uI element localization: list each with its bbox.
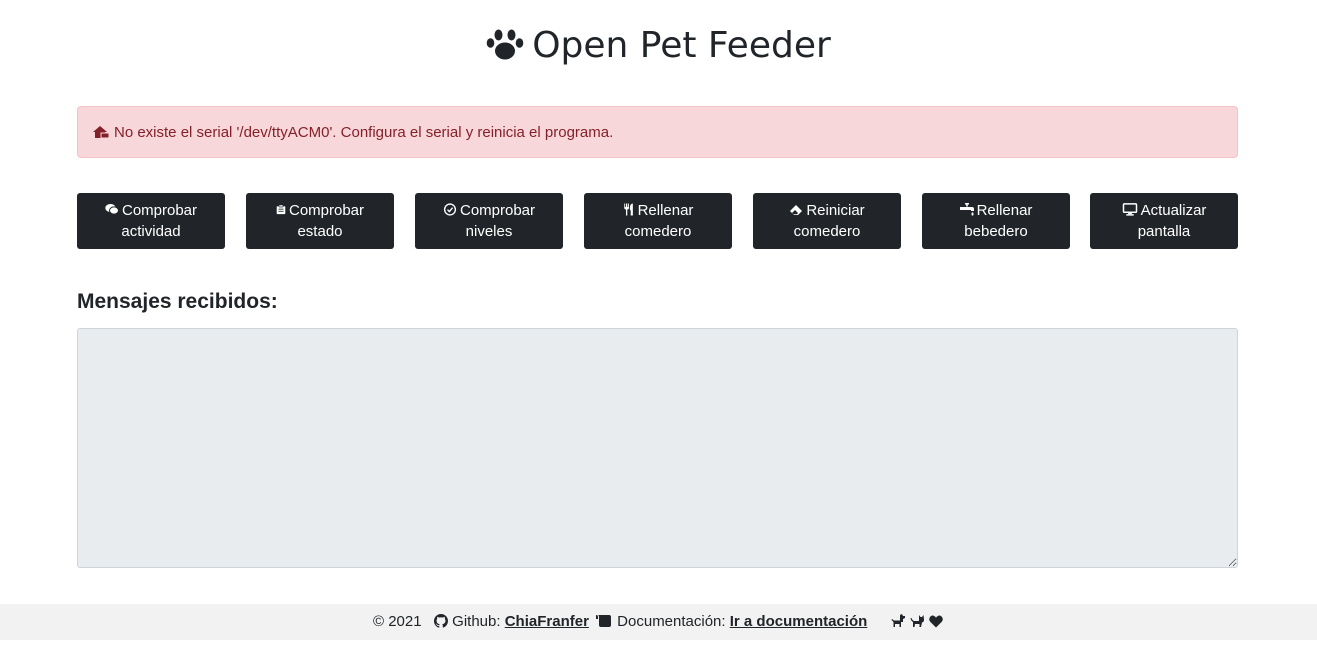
check-levels-button[interactable]: Comprobar niveles xyxy=(415,193,563,249)
house-broken-icon xyxy=(93,126,110,139)
github-section: Github: ChiaFranfer xyxy=(434,604,589,640)
utensils-icon xyxy=(623,203,633,216)
github-link[interactable]: ChiaFranfer xyxy=(505,613,589,630)
check-status-button[interactable]: Comprobar estado xyxy=(246,193,394,249)
alert-message: No existe el serial '/dev/ttyACM0'. Conf… xyxy=(114,124,614,141)
desktop-icon xyxy=(1122,203,1137,216)
github-icon xyxy=(434,614,448,628)
paw-icon xyxy=(486,29,524,60)
cat-icon xyxy=(910,615,925,627)
footer: © 2021 Github: ChiaFranfer Documentación… xyxy=(0,604,1317,640)
scroll-icon xyxy=(596,615,611,627)
docs-link[interactable]: Ir a documentación xyxy=(730,613,868,630)
heart-icon xyxy=(929,615,944,628)
serial-error-alert: No existe el serial '/dev/ttyACM0'. Conf… xyxy=(77,106,1238,158)
refill-water-button[interactable]: Rellenar bebedero xyxy=(922,193,1070,249)
dog-icon xyxy=(891,614,905,627)
check-activity-button[interactable]: Comprobar actividad xyxy=(77,193,225,249)
docs-section: Documentación: Ir a documentación xyxy=(596,604,867,640)
eraser-icon xyxy=(790,205,803,215)
messages-textarea[interactable] xyxy=(77,328,1238,568)
page: Open Pet Feeder No existe el serial '/de… xyxy=(0,0,1317,646)
page-header: Open Pet Feeder xyxy=(0,24,1317,68)
action-buttons: Comprobar actividad Comprobar estado Com… xyxy=(77,193,1238,249)
faucet-icon xyxy=(959,203,974,216)
pet-icons xyxy=(891,604,944,640)
clipboard-icon xyxy=(276,204,286,215)
reset-feeder-button[interactable]: Reiniciar comedero xyxy=(753,193,901,249)
page-title: Open Pet Feeder xyxy=(532,25,831,66)
copyright-text: © 2021 xyxy=(373,613,422,630)
check-circle-icon xyxy=(443,203,457,216)
comments-icon xyxy=(105,204,119,215)
messages-title: Mensajes recibidos: xyxy=(77,290,278,313)
github-label: Github: xyxy=(452,613,501,630)
refill-feeder-button[interactable]: Rellenar comedero xyxy=(584,193,732,249)
refresh-screen-button[interactable]: Actualizar pantalla xyxy=(1090,193,1238,249)
docs-label: Documentación: xyxy=(617,613,726,630)
